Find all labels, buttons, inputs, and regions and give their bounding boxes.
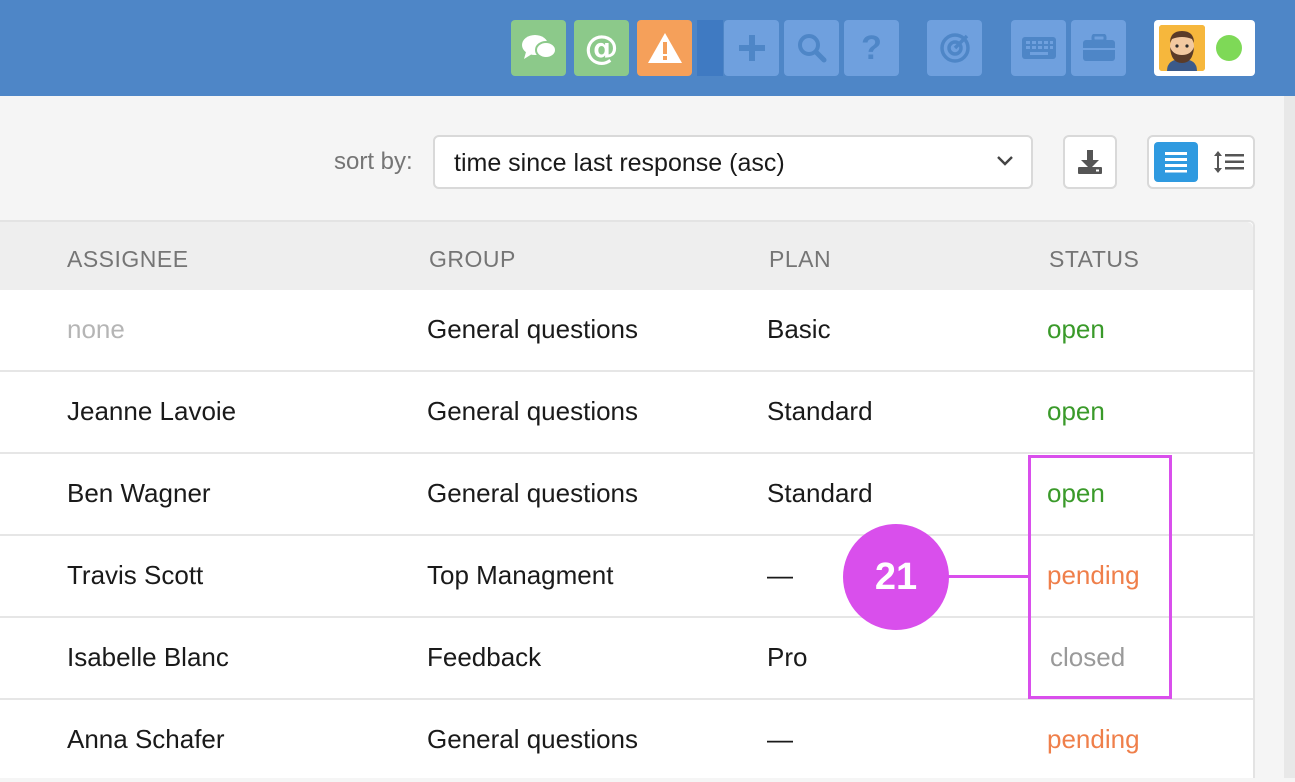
plan-cell: Basic bbox=[767, 314, 831, 344]
column-header-assignee[interactable]: ASSIGNEE bbox=[67, 246, 189, 273]
keyboard-icon bbox=[1021, 37, 1056, 59]
assignee-cell: Travis Scott bbox=[67, 560, 204, 590]
table-header: ASSIGNEE GROUP PLAN STATUS bbox=[0, 222, 1253, 290]
chevron-down-icon bbox=[997, 156, 1013, 166]
top-bar: @ ? bbox=[0, 0, 1295, 96]
group-cell: General questions bbox=[427, 478, 639, 508]
assignee-cell: Ben Wagner bbox=[67, 478, 211, 508]
briefcase-button[interactable] bbox=[1071, 20, 1126, 76]
toolbar-separator bbox=[697, 20, 723, 76]
goals-button[interactable] bbox=[927, 20, 982, 76]
search-icon bbox=[797, 34, 826, 63]
download-button[interactable] bbox=[1063, 135, 1117, 189]
chat-bubbles-icon bbox=[521, 35, 557, 59]
plan-cell: — bbox=[767, 724, 793, 754]
keyboard-shortcuts-button[interactable] bbox=[1011, 20, 1066, 76]
chats-button[interactable] bbox=[511, 20, 566, 76]
group-cell: General questions bbox=[427, 396, 639, 426]
status-cell: open bbox=[1047, 314, 1105, 344]
list-view-icon bbox=[1165, 152, 1187, 173]
assignee-cell: Anna Schafer bbox=[67, 724, 225, 754]
plus-icon bbox=[738, 35, 765, 61]
sort-label: sort by: bbox=[334, 148, 413, 175]
assignee-cell: Jeanne Lavoie bbox=[67, 396, 237, 426]
table-row[interactable]: Jeanne Lavoie General questions Standard… bbox=[0, 372, 1253, 454]
status-cell: open bbox=[1047, 396, 1105, 426]
annotation-highlight-box bbox=[1028, 455, 1172, 699]
group-cell: General questions bbox=[427, 314, 639, 344]
table-row[interactable]: Anna Schafer General questions — pending bbox=[0, 700, 1253, 782]
status-cell: pending bbox=[1047, 724, 1140, 754]
search-button[interactable] bbox=[784, 20, 839, 76]
avatar-face-icon bbox=[1159, 25, 1205, 71]
column-header-plan[interactable]: PLAN bbox=[769, 246, 831, 273]
sort-select-value: time since last response (asc) bbox=[454, 149, 785, 177]
briefcase-icon bbox=[1082, 34, 1115, 61]
group-cell: Feedback bbox=[427, 642, 542, 672]
table-row[interactable]: none General questions Basic open bbox=[0, 290, 1253, 372]
mentions-button[interactable]: @ bbox=[574, 20, 629, 76]
target-icon bbox=[939, 33, 970, 63]
assignee-cell: none bbox=[67, 314, 125, 344]
user-menu[interactable] bbox=[1154, 20, 1255, 76]
assignee-cell: Isabelle Blanc bbox=[67, 642, 229, 672]
plan-cell: Standard bbox=[767, 396, 873, 426]
at-sign-icon: @ bbox=[584, 28, 619, 68]
help-button[interactable]: ? bbox=[844, 20, 899, 76]
group-cell: General questions bbox=[427, 724, 639, 754]
add-button[interactable] bbox=[724, 20, 779, 76]
plan-cell: Pro bbox=[767, 642, 808, 672]
online-status-dot bbox=[1216, 35, 1242, 61]
list-view-button[interactable] bbox=[1154, 142, 1198, 182]
sort-select[interactable]: time since last response (asc) bbox=[433, 135, 1033, 189]
plan-cell: Standard bbox=[767, 478, 873, 508]
group-cell: Top Managment bbox=[427, 560, 614, 590]
line-height-icon bbox=[1214, 151, 1244, 173]
download-icon bbox=[1078, 150, 1102, 174]
alerts-button[interactable] bbox=[637, 20, 692, 76]
plan-cell: — bbox=[767, 560, 793, 590]
view-toggle bbox=[1147, 135, 1255, 189]
help-icon: ? bbox=[861, 28, 882, 67]
column-header-group[interactable]: GROUP bbox=[429, 246, 516, 273]
annotation-connector bbox=[948, 575, 1028, 578]
compact-view-button[interactable] bbox=[1207, 142, 1251, 182]
warning-icon bbox=[647, 33, 682, 63]
avatar bbox=[1159, 25, 1205, 71]
scrollbar[interactable] bbox=[1284, 96, 1295, 778]
annotation-badge: 21 bbox=[843, 524, 949, 630]
column-header-status[interactable]: STATUS bbox=[1049, 246, 1139, 273]
